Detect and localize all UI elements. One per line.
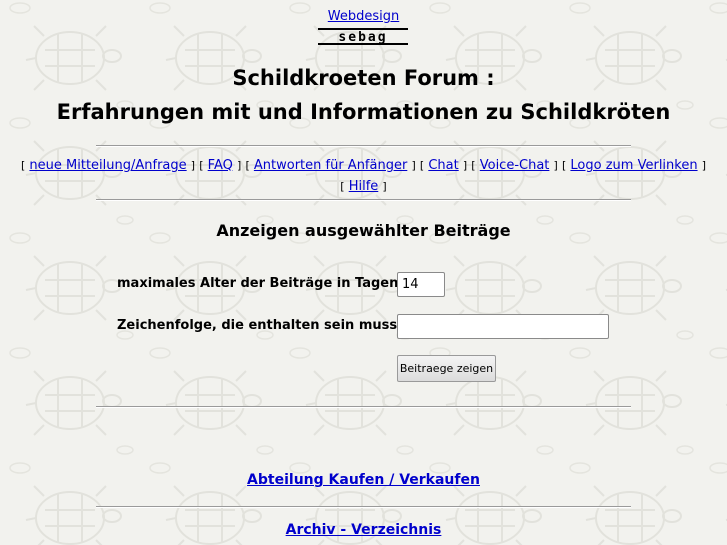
nav-voice-chat[interactable]: Voice-Chat <box>480 158 550 173</box>
max-age-input[interactable] <box>397 272 445 297</box>
archiv-wrapper: Archiv - Verzeichnis <box>0 522 727 538</box>
archive-directory-link[interactable]: Archiv - Verzeichnis <box>286 522 442 538</box>
nav-help[interactable]: Hilfe <box>349 179 379 194</box>
show-posts-button[interactable]: Beitraege zeigen <box>397 355 496 382</box>
max-age-label: maximales Alter der Beiträge in Tagen: <box>117 276 404 291</box>
kaufen-verkaufen-wrapper: Abteilung Kaufen / Verkaufen <box>0 472 727 488</box>
nav-new-message[interactable]: neue Mitteilung/Anfrage <box>29 158 186 173</box>
divider <box>96 199 631 201</box>
nav-faq[interactable]: FAQ <box>208 158 233 173</box>
sebag-logo[interactable]: sebag <box>318 28 408 45</box>
divider <box>96 145 631 147</box>
divider <box>96 506 631 508</box>
main-navigation: [ neue Mitteilung/Anfrage ] [ FAQ ] [ An… <box>20 158 707 194</box>
search-string-input[interactable] <box>397 314 609 339</box>
divider <box>96 406 631 408</box>
buy-sell-section-link[interactable]: Abteilung Kaufen / Verkaufen <box>247 472 480 488</box>
nav-beginner-answers[interactable]: Antworten für Anfänger <box>254 158 407 173</box>
logo-text: sebag <box>338 30 387 45</box>
filter-section-title: Anzeigen ausgewählter Beiträge <box>216 221 511 240</box>
webdesign-link[interactable]: Webdesign <box>0 9 727 24</box>
page-title-line2: Erfahrungen mit und Informationen zu Sch… <box>56 100 671 124</box>
nav-link-logo[interactable]: Logo zum Verlinken <box>570 158 697 173</box>
page-title-line1: Schildkroeten Forum : <box>232 66 495 90</box>
nav-chat[interactable]: Chat <box>428 158 458 173</box>
search-string-label: Zeichenfolge, die enthalten sein muss: <box>117 318 403 333</box>
